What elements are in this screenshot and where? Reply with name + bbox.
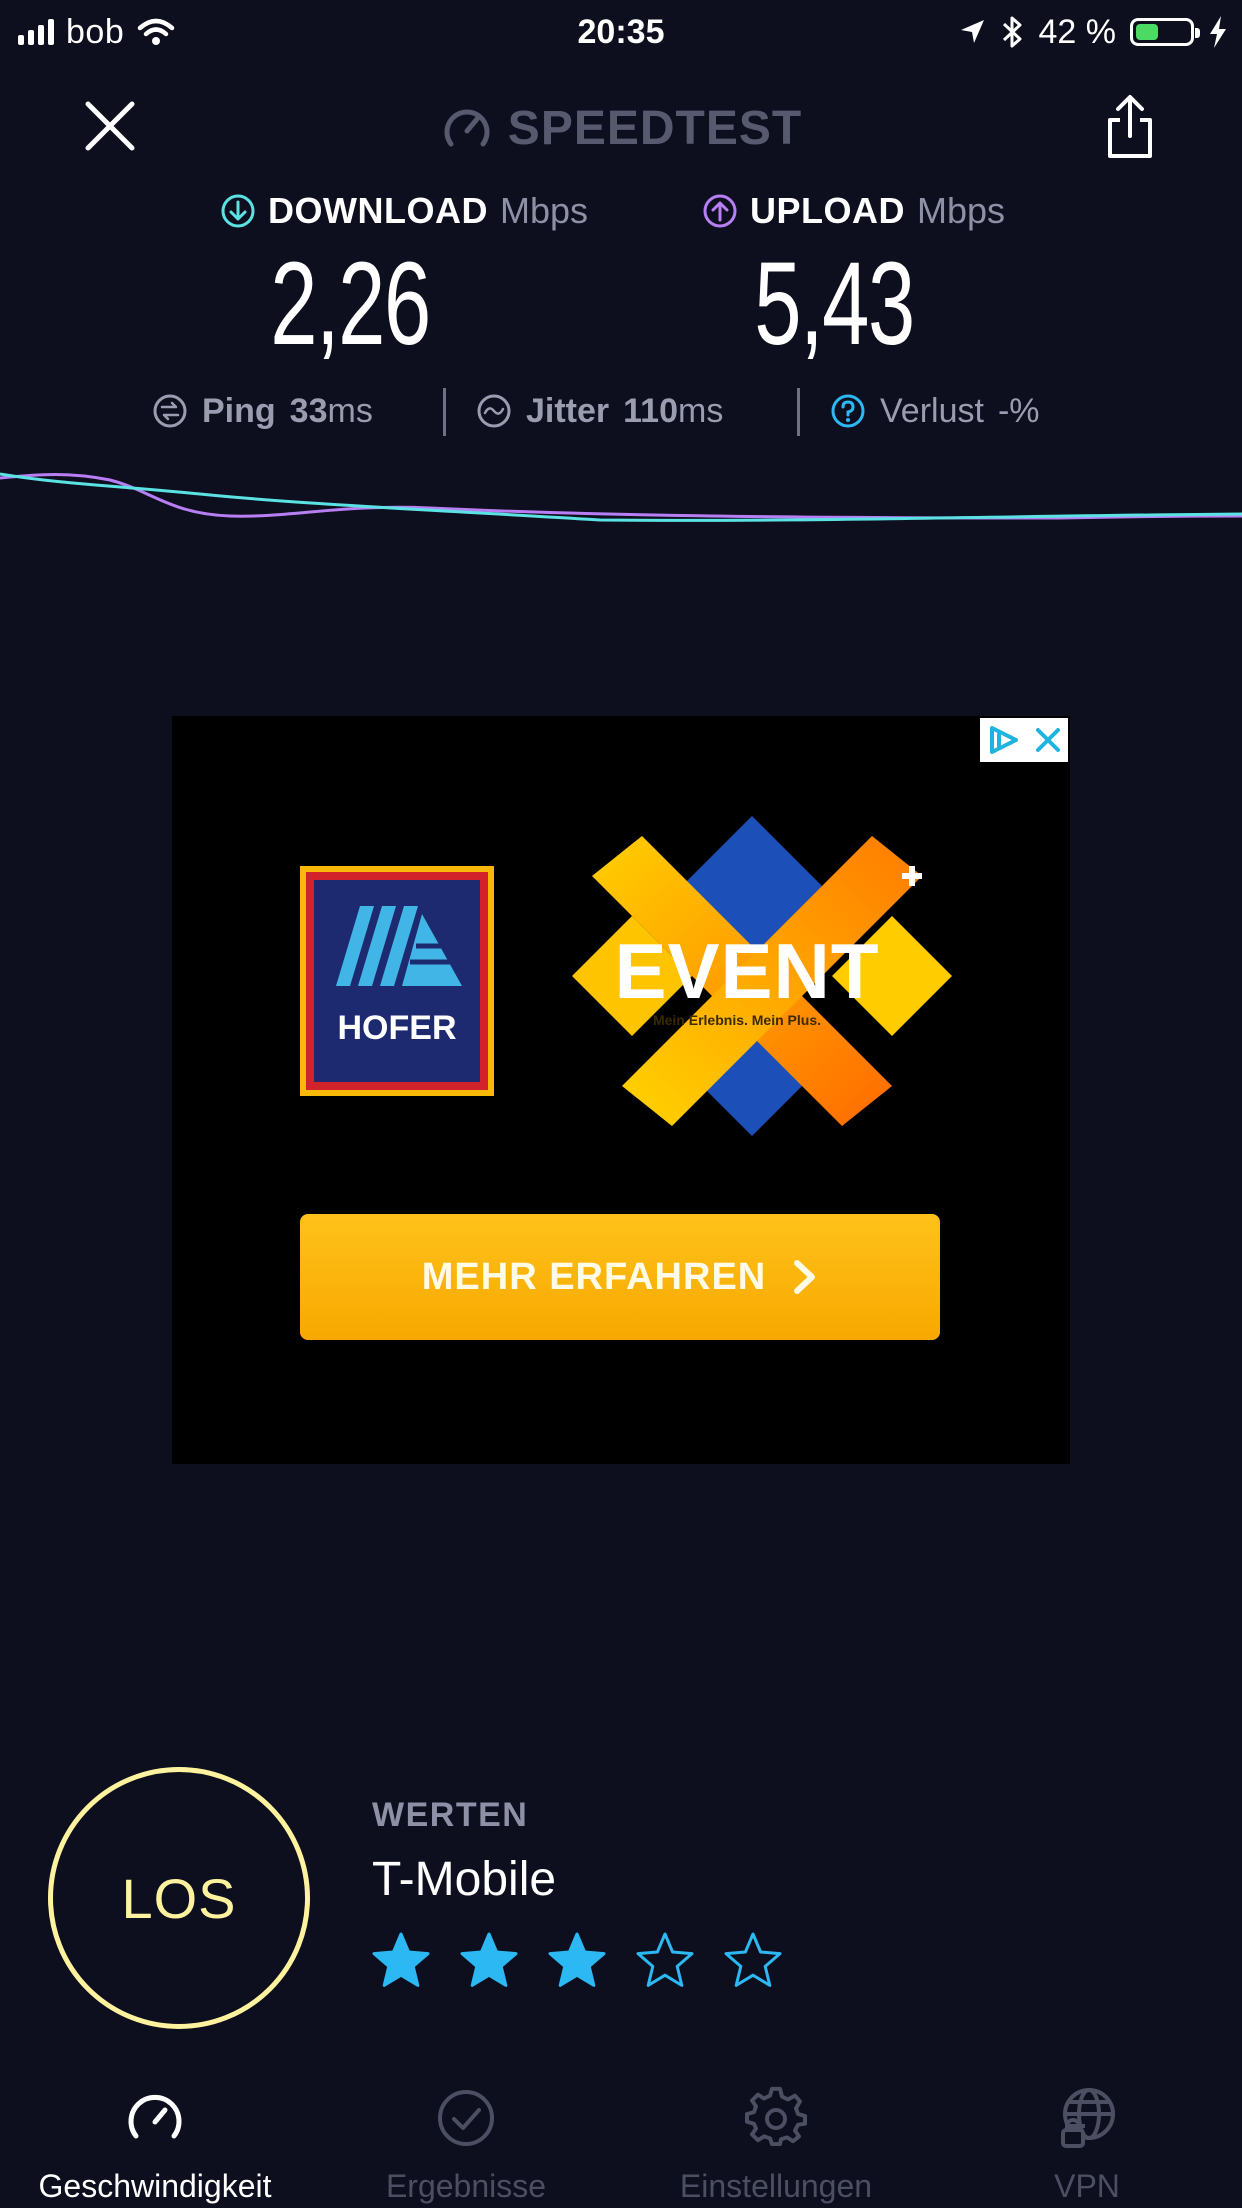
rating-heading: WERTEN [372,1796,529,1834]
download-arrow-icon [221,194,255,228]
battery-icon [1130,18,1200,46]
upload-header: UPLOAD Mbps [702,188,1005,234]
provider-name: T-Mobile [372,1853,557,1906]
stats-divider [443,388,446,436]
ad-cta-button[interactable]: MEHR ERFAHREN [300,1214,940,1340]
speed-graph [0,472,1242,522]
star-filled-icon[interactable] [458,1930,520,1992]
star-filled-icon[interactable] [370,1930,432,1992]
bluetooth-icon [1002,16,1021,48]
download-label: DOWNLOAD [268,190,488,231]
loss-value: - [997,391,1010,430]
speedometer-logo-icon [444,109,490,147]
event-tagline: Mein Erlebnis. Mein Plus. [652,1012,822,1028]
tab-settings[interactable]: Einstellungen [646,2086,906,2208]
go-button[interactable]: LOS [48,1767,310,2029]
hofer-logo: HOFER [300,866,494,1096]
jitter-stat: Jitter 110ms [476,386,723,436]
close-ad-icon[interactable] [1034,726,1062,754]
hofer-brand-text: HOFER [337,1009,457,1047]
stats-row: Ping 33ms Jitter 110ms Verlust -% [0,386,1242,436]
hofer-stripes-icon [336,906,462,986]
upload-graph-line [0,473,1242,520]
upload-unit: Mbps [917,190,1006,231]
status-bar: bob 20:35 42 % [0,0,1242,64]
battery-fill [1136,24,1158,40]
star-outline-icon[interactable] [634,1930,696,1992]
location-arrow-icon [960,20,984,43]
loss-stat: Verlust -% [830,386,1040,436]
app-title: SPEEDTEST [0,98,1242,158]
loss-unit: % [1009,391,1040,430]
download-header: DOWNLOAD Mbps [220,188,588,234]
help-icon[interactable] [830,393,866,429]
gear-icon [745,2086,807,2147]
ping-value: 33 [289,391,328,430]
ad-cta-label: MEHR ERFAHREN [421,1255,767,1298]
download-unit: Mbps [499,190,588,231]
tab-speed[interactable]: Geschwindigkeit [25,2086,285,2208]
upload-label: UPLOAD [750,190,905,231]
star-rating[interactable] [370,1930,784,1996]
jitter-icon [477,394,511,428]
speedometer-icon [128,2094,182,2139]
event-title: EVENT [614,927,880,1015]
tab-speed-label: Geschwindigkeit [38,2168,272,2204]
event-logo: EVENT Mein Erlebnis. Mein Plus. [572,816,952,1136]
tab-vpn-label: VPN [1054,2168,1120,2204]
tab-vpn[interactable]: VPN [957,2086,1217,2208]
tab-results-label: Ergebnisse [385,2168,547,2204]
star-outline-icon[interactable] [722,1930,784,1992]
upload-value: 5,43 [754,238,915,370]
go-button-label: LOS [121,1866,237,1930]
chevron-right-icon [794,1260,816,1294]
jitter-label: Jitter [526,391,610,430]
upload-arrow-icon [703,194,737,228]
stats-divider [797,388,800,436]
ping-unit: ms [327,391,373,430]
advertisement[interactable]: HOFER EVENT Mein Erlebnis. Mein Plus. ME… [172,716,1070,1464]
ping-label: Ping [202,391,276,430]
app-title-text: SPEEDTEST [507,101,803,155]
ad-choices-button[interactable] [980,718,1068,762]
jitter-unit: ms [678,391,724,430]
share-icon [1108,95,1152,158]
star-filled-icon[interactable] [546,1930,608,1992]
jitter-value: 110 [623,391,678,430]
charging-bolt-icon [1210,16,1226,48]
battery-percent: 42 % [1038,12,1117,51]
check-circle-icon [438,2090,494,2146]
ping-icon [153,394,187,428]
status-right: 42 % [957,8,1229,56]
ping-stat: Ping 33ms [152,386,373,436]
loss-label: Verlust [880,391,984,430]
tab-settings-label: Einstellungen [679,2168,873,2204]
download-value: 2,26 [270,238,431,370]
tab-results[interactable]: Ergebnisse [336,2086,596,2208]
globe-lock-icon [1061,2088,1115,2148]
share-button[interactable] [1100,92,1160,160]
adchoices-icon [990,726,1018,754]
